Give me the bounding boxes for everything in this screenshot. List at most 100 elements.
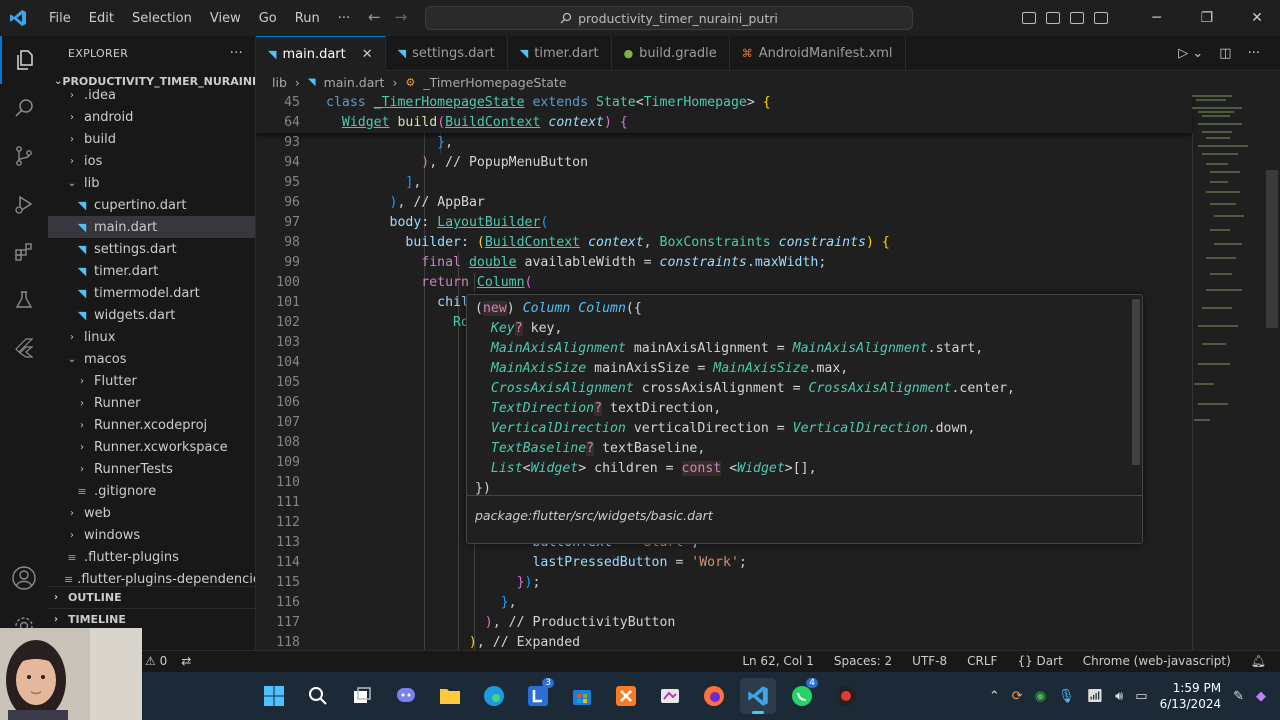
app-badge: 4 xyxy=(806,678,818,688)
tree-item[interactable]: ≡ .gitignore xyxy=(48,480,255,502)
snipping-tool-icon[interactable] xyxy=(652,678,688,714)
chat-icon[interactable] xyxy=(388,678,424,714)
whatsapp-icon[interactable]: 4 xyxy=(784,678,820,714)
tab-build-gradle[interactable]: ● build.gradle xyxy=(612,36,730,71)
tree-item[interactable]: ◥ widgets.dart xyxy=(48,304,255,326)
volume-icon[interactable]: 🔊︎ xyxy=(1115,689,1123,704)
notification-icon[interactable]: ✎ xyxy=(1233,689,1244,704)
minimize-icon[interactable]: ─ xyxy=(1134,10,1180,26)
explorer-icon[interactable] xyxy=(0,36,48,84)
tree-item[interactable]: › Runner.xcworkspace xyxy=(48,436,255,458)
breadcrumb-symbol[interactable]: _TimerHomepageState xyxy=(423,75,566,90)
taskbar-search-icon[interactable] xyxy=(300,678,336,714)
sync-icon[interactable]: ⟳ xyxy=(1012,689,1023,704)
account-icon[interactable] xyxy=(0,554,48,602)
language-mode[interactable]: {} Dart xyxy=(1017,654,1062,668)
windows-start-icon[interactable] xyxy=(256,678,292,714)
run-debug-icon[interactable] xyxy=(0,180,48,228)
notifications-bell-icon[interactable]: 🔔︎ xyxy=(1251,654,1266,668)
problems-indicator[interactable]: ⚠ 0 xyxy=(145,654,167,668)
menu-more[interactable]: ··· xyxy=(329,11,359,26)
source-control-icon[interactable] xyxy=(0,132,48,180)
tab-android-manifest[interactable]: ⌘ AndroidManifest.xml xyxy=(730,36,906,71)
hover-scrollbar[interactable] xyxy=(1132,299,1140,465)
customize-layout-icon[interactable] xyxy=(1093,12,1108,24)
toggle-panel-icon[interactable] xyxy=(1045,12,1060,24)
xampp-icon[interactable] xyxy=(608,678,644,714)
split-editor-icon[interactable]: ◫ xyxy=(1219,46,1231,61)
menu-selection[interactable]: Selection xyxy=(123,11,201,26)
record-app-icon[interactable] xyxy=(828,678,864,714)
menu-run[interactable]: Run xyxy=(286,11,329,26)
timeline-section[interactable]: › TIMELINE xyxy=(48,608,255,630)
cursor-position[interactable]: Ln 62, Col 1 xyxy=(742,654,814,668)
tree-item[interactable]: › linux xyxy=(48,326,255,348)
tree-item[interactable]: › Flutter xyxy=(48,370,255,392)
microphone-icon[interactable]: 🎙︎ xyxy=(1058,689,1075,704)
command-center-search[interactable]: productivity_timer_nuraini_putri xyxy=(425,6,913,30)
tab-timer-dart[interactable]: ◥ timer.dart xyxy=(508,36,612,71)
search-icon[interactable] xyxy=(0,84,48,132)
tree-item[interactable]: ◥ timer.dart xyxy=(48,260,255,282)
tree-item[interactable]: ≡ .flutter-plugins xyxy=(48,546,255,568)
tree-item[interactable]: › RunnerTests xyxy=(48,458,255,480)
edge-browser-icon[interactable] xyxy=(476,678,512,714)
tree-item[interactable]: › ios xyxy=(48,150,255,172)
battery-icon[interactable]: ▭ xyxy=(1135,689,1147,704)
tree-item[interactable]: ◥ main.dart xyxy=(48,216,255,238)
task-view-icon[interactable] xyxy=(344,678,380,714)
tree-item-label: .gitignore xyxy=(94,483,157,499)
store-icon[interactable] xyxy=(564,678,600,714)
restore-icon[interactable]: ❐ xyxy=(1184,10,1230,26)
file-explorer-icon[interactable] xyxy=(432,678,468,714)
breadcrumb-file[interactable]: main.dart xyxy=(324,75,385,90)
outline-section[interactable]: › OUTLINE xyxy=(48,586,255,608)
indentation[interactable]: Spaces: 2 xyxy=(834,654,892,668)
tab-main-dart[interactable]: ◥ main.dart ✕ xyxy=(256,36,386,71)
close-icon[interactable]: ✕ xyxy=(1234,10,1280,26)
encoding[interactable]: UTF-8 xyxy=(912,654,947,668)
tree-item[interactable]: › Runner.xcodeproj xyxy=(48,414,255,436)
tree-item[interactable]: ⌄ macos xyxy=(48,348,255,370)
tree-item[interactable]: › web xyxy=(48,502,255,524)
more-actions-icon[interactable]: ··· xyxy=(230,46,243,61)
toggle-secondary-sidebar-icon[interactable] xyxy=(1069,12,1084,24)
tree-item[interactable]: ⌄ lib xyxy=(48,172,255,194)
copilot-icon[interactable]: ◆ xyxy=(1256,689,1266,704)
tree-item[interactable]: ◥ timermodel.dart xyxy=(48,282,255,304)
end-of-line[interactable]: CRLF xyxy=(967,654,997,668)
chevron-up-icon[interactable]: ⌃ xyxy=(989,689,1000,704)
back-arrow-icon[interactable]: ← xyxy=(368,8,381,26)
tree-item[interactable]: › build xyxy=(48,128,255,150)
testing-icon[interactable] xyxy=(0,276,48,324)
device-selector[interactable]: Chrome (web-javascript) xyxy=(1083,654,1231,668)
tree-item[interactable]: › android xyxy=(48,106,255,128)
extensions-icon[interactable] xyxy=(0,228,48,276)
tree-item[interactable]: ◥ settings.dart xyxy=(48,238,255,260)
toggle-sidebar-icon[interactable] xyxy=(1021,12,1036,24)
firefox-icon[interactable] xyxy=(696,678,732,714)
minimap[interactable] xyxy=(1188,93,1264,650)
menu-view[interactable]: View xyxy=(201,11,250,26)
run-icon[interactable]: ▷ ⌄ xyxy=(1178,46,1203,61)
tab-settings-dart[interactable]: ◥ settings.dart xyxy=(386,36,508,71)
tree-item[interactable]: › Runner xyxy=(48,392,255,414)
flutter-icon[interactable] xyxy=(0,324,48,372)
menu-file[interactable]: File xyxy=(40,11,80,26)
vscode-taskbar-icon[interactable] xyxy=(740,678,776,714)
forward-arrow-icon[interactable]: → xyxy=(395,8,408,26)
dart-file-icon: ◥ xyxy=(77,198,87,212)
tree-item[interactable]: ◥ cupertino.dart xyxy=(48,194,255,216)
menu-edit[interactable]: Edit xyxy=(80,11,123,26)
wifi-icon[interactable]: 📶︎ xyxy=(1087,689,1104,704)
l-app-icon[interactable]: 3 xyxy=(520,678,556,714)
menu-go[interactable]: Go xyxy=(250,11,286,26)
chrome-icon[interactable]: ◉ xyxy=(1035,689,1046,704)
tree-item[interactable]: › windows xyxy=(48,524,255,546)
more-actions-icon[interactable]: ··· xyxy=(1248,46,1260,61)
remote-icon[interactable]: ⇄ xyxy=(181,654,191,668)
close-tab-icon[interactable]: ✕ xyxy=(362,47,373,62)
breadcrumb-lib[interactable]: lib xyxy=(272,75,287,90)
editor-scrollbar[interactable] xyxy=(1266,170,1278,328)
clock[interactable]: 1:59 PM 6/13/2024 xyxy=(1160,680,1222,712)
